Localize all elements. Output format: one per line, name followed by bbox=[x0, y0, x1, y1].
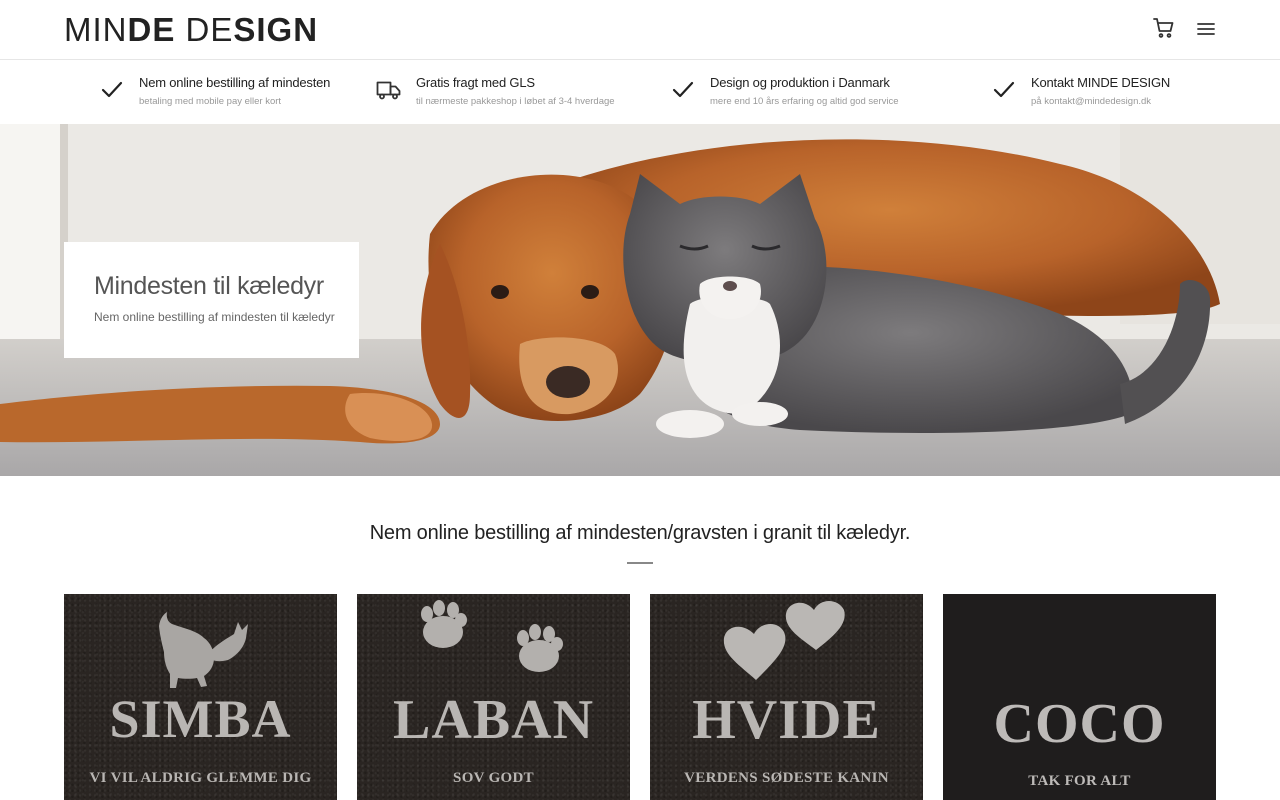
product-name: LABAN bbox=[392, 689, 595, 751]
cart-icon[interactable] bbox=[1152, 16, 1176, 40]
usp-item-danish-production: Design og produktion i Danmark mere end … bbox=[671, 75, 931, 111]
section-title: Nem online bestilling af mindesten/gravs… bbox=[369, 522, 911, 544]
product-inscription: TAK FOR ALT bbox=[1028, 773, 1131, 789]
hero-banner: Mindesten til kæledyr Nem online bestill… bbox=[0, 124, 1280, 476]
product-inscription: SOV GODT bbox=[453, 770, 534, 786]
usp-subtitle: til nærmeste pakkeshop i løbet af 3-4 hv… bbox=[416, 96, 615, 107]
menu-icon[interactable] bbox=[1194, 16, 1218, 40]
hero-subtitle: Nem online bestilling af mindesten til k… bbox=[94, 310, 335, 324]
logo-text-part4: SIGN bbox=[233, 11, 319, 48]
logo-text-part2: DE bbox=[127, 11, 176, 48]
product-card-coco[interactable]: COCO TAK FOR ALT bbox=[943, 594, 1216, 800]
logo-text-part1: MIN bbox=[64, 11, 128, 48]
usp-title: Gratis fragt med GLS bbox=[416, 75, 535, 90]
usp-subtitle: betaling med mobile pay eller kort bbox=[139, 96, 282, 107]
check-icon bbox=[100, 79, 126, 101]
usp-subtitle[interactable]: på kontakt@mindedesign.dk bbox=[1031, 96, 1151, 107]
product-card-laban[interactable]: LABAN SOV GODT bbox=[357, 594, 630, 800]
product-inscription: VI VIL ALDRIG GLEMME DIG bbox=[89, 770, 312, 786]
usp-bar: Nem online bestilling af mindesten betal… bbox=[0, 61, 1280, 124]
product-name: HVIDE bbox=[692, 689, 881, 751]
hero-title: Mindesten til kæledyr bbox=[94, 272, 324, 300]
usp-title: Design og produktion i Danmark bbox=[710, 75, 890, 90]
usp-title: Nem online bestilling af mindesten bbox=[139, 75, 331, 90]
product-card-simba[interactable]: SIMBA VI VIL ALDRIG GLEMME DIG bbox=[64, 594, 337, 800]
usp-item-online-order: Nem online bestilling af mindesten betal… bbox=[100, 75, 340, 111]
site-logo[interactable]: MINDE DESIGN bbox=[64, 12, 318, 48]
check-icon bbox=[992, 79, 1018, 101]
usp-item-contact[interactable]: Kontakt MINDE DESIGN på kontakt@mindedes… bbox=[992, 75, 1192, 111]
usp-item-free-shipping: Gratis fragt med GLS til nærmeste pakkes… bbox=[376, 75, 636, 111]
site-header: MINDE DESIGN bbox=[0, 0, 1280, 60]
product-card-hvide[interactable]: HVIDE VERDENS SØDESTE KANIN bbox=[650, 594, 923, 800]
usp-title: Kontakt MINDE DESIGN bbox=[1031, 75, 1171, 90]
logo-text-part3: DE bbox=[175, 11, 234, 48]
product-name: SIMBA bbox=[109, 689, 292, 749]
hero-caption-box: Mindesten til kæledyr Nem online bestill… bbox=[64, 242, 359, 358]
truck-icon bbox=[376, 79, 402, 101]
section-divider bbox=[627, 562, 653, 564]
product-inscription: VERDENS SØDESTE KANIN bbox=[684, 770, 889, 786]
product-name: COCO bbox=[993, 693, 1166, 755]
usp-subtitle: mere end 10 års erfaring og altid god se… bbox=[710, 96, 899, 107]
check-icon bbox=[671, 79, 697, 101]
